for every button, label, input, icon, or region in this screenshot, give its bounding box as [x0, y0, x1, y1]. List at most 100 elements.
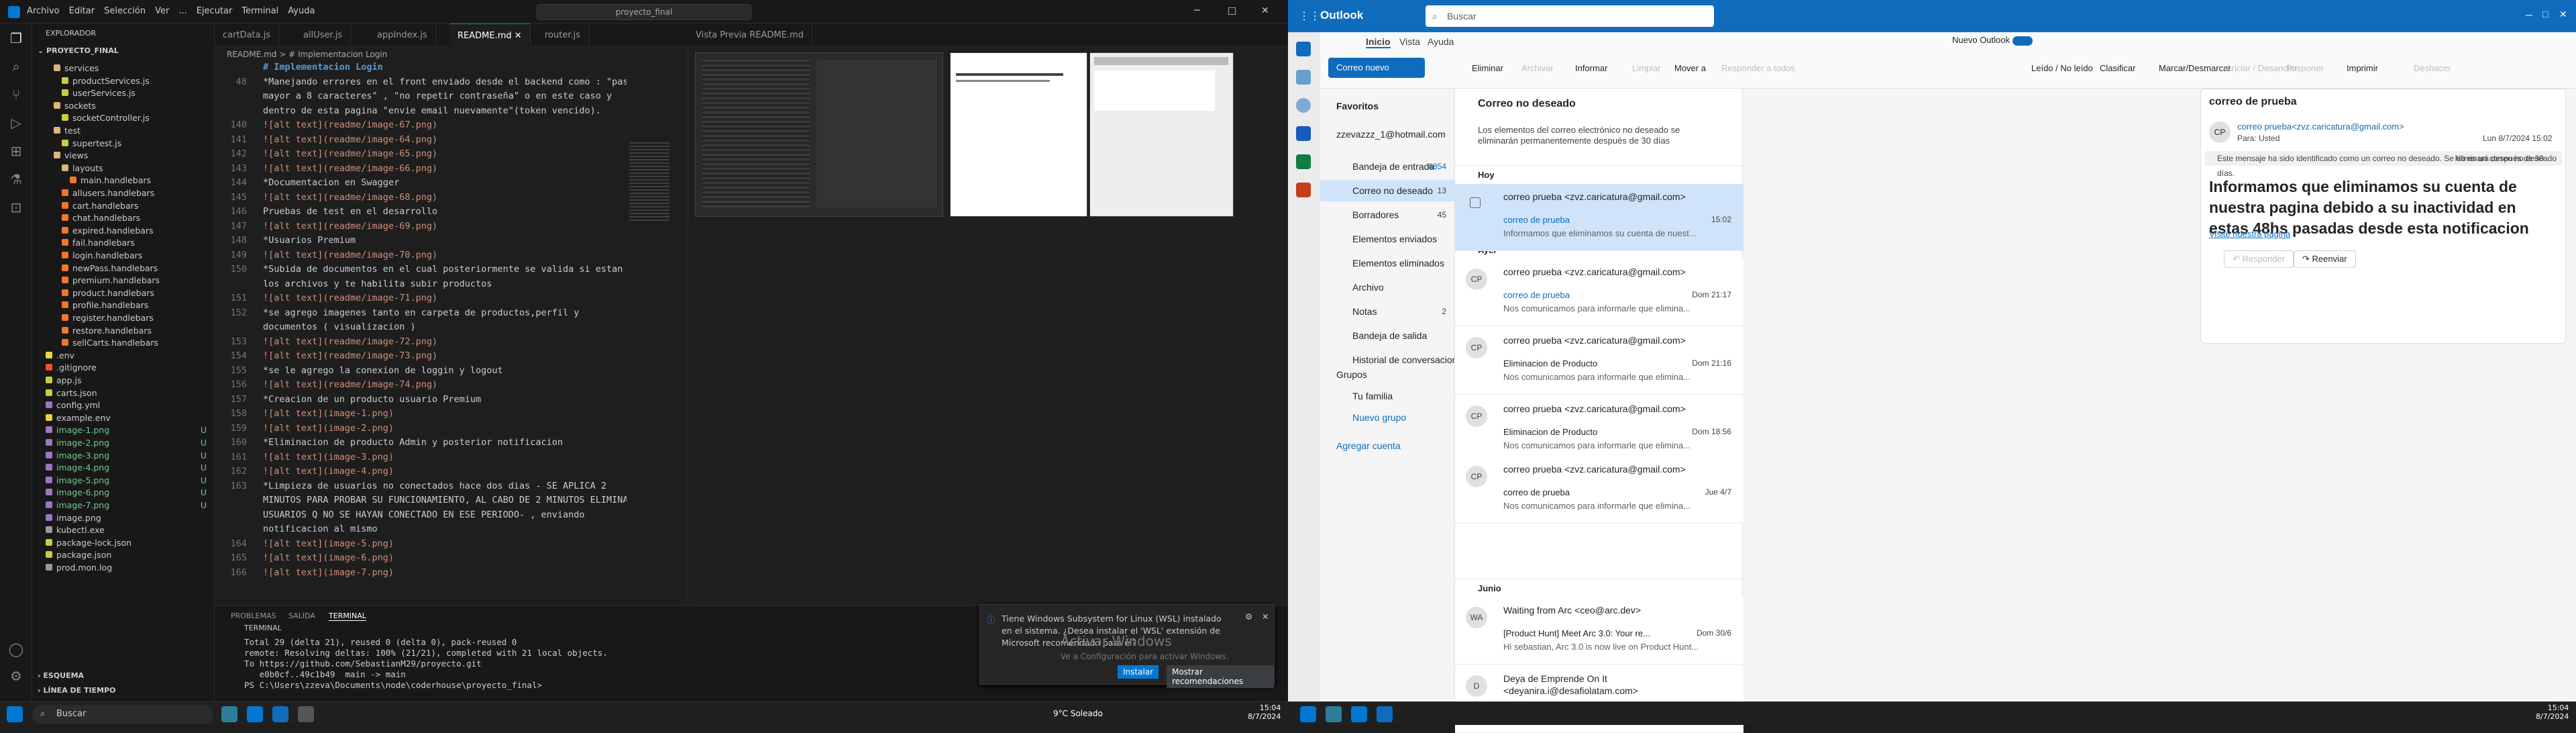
message-item[interactable]: WA Waiting from Arc <ceo@arc.dev> [Product… — [1455, 597, 1743, 665]
remote-explorer-icon[interactable]: ⊡ — [8, 199, 24, 215]
tree-item-hbs[interactable]: chat.handlebars — [32, 212, 215, 224]
groups-header[interactable]: Grupos — [1320, 364, 1454, 385]
tree-item-png[interactable]: image-1.png U — [32, 424, 215, 436]
search-input[interactable]: ⌕ Buscar — [1426, 5, 1714, 27]
ribbon-clasificar-button[interactable]: Clasificar — [2100, 63, 2135, 73]
menu-item[interactable]: Ayuda — [288, 6, 315, 16]
account-icon[interactable]: ◯ — [8, 641, 24, 657]
menu-item[interactable]: Ejecutar — [197, 6, 233, 16]
gear-icon[interactable]: ⚙ — [1245, 612, 1252, 622]
tab-ayuda[interactable]: Ayuda — [1428, 36, 1454, 47]
folder-item[interactable]: Correo no deseado 13 — [1320, 180, 1454, 201]
message-item[interactable]: CP correo prueba <zvz.caricatura@gmail.co… — [1455, 328, 1743, 395]
tab-vista[interactable]: Vista — [1399, 36, 1420, 47]
tab-router[interactable]: router.js — [537, 23, 590, 47]
tree-item-json[interactable]: package.json — [32, 549, 215, 561]
tree-item-env[interactable]: example.env — [32, 412, 215, 424]
close-icon[interactable]: ✕ — [1261, 5, 1269, 16]
weather-widget[interactable]: 9°C Soleado — [1053, 709, 1103, 718]
clock-left[interactable]: 15:04 8/7/2024 — [1248, 703, 1281, 721]
reply-button[interactable]: ↶ Responder — [2224, 250, 2294, 268]
code-editor[interactable]: # Implementacion Login 48 *Manejando error… — [215, 62, 684, 605]
tab-terminal[interactable]: TERMINAL — [329, 612, 366, 621]
task-view-icon[interactable] — [1326, 706, 1342, 722]
tree-item-js[interactable]: productServices.js — [32, 75, 215, 87]
clock-right[interactable]: 15:04 8/7/2024 — [2536, 703, 2569, 721]
vscode-taskbar-icon[interactable] — [247, 706, 263, 722]
ribbon-posponer-button[interactable]: Posponer — [2286, 63, 2324, 73]
new-mail-button[interactable]: Correo nuevo — [1328, 58, 1425, 78]
settings-gear-icon[interactable]: ⚙ — [8, 668, 24, 684]
sender-address[interactable]: correo prueba<zvz.caricatura@gmail.com> — [2237, 121, 2404, 132]
folder-item[interactable]: Notas 2 — [1320, 301, 1454, 322]
not-junk-button[interactable]: No es un correo no deseado — [2455, 151, 2557, 166]
search-icon[interactable]: ⌕ — [8, 58, 24, 75]
tree-item-js[interactable]: supertest.js — [32, 138, 215, 150]
tree-item-hbs[interactable]: fail.handlebars — [32, 237, 215, 249]
folder-item[interactable]: Elementos eliminados — [1320, 252, 1454, 274]
message-item[interactable]: CP correo prueba <zvz.caricatura@gmail.co… — [1455, 456, 1743, 524]
ribbon-responder-a-todos-button[interactable]: Responder a todos — [1721, 63, 1795, 73]
menu-item[interactable]: Archivo — [27, 6, 60, 16]
message-item[interactable]: CP correo prueba <zvz.caricatura@gmail.co… — [1455, 396, 1743, 463]
message-item[interactable]: correo prueba <zvz.caricatura@gmail.com>… — [1455, 184, 1743, 251]
tree-item-hbs[interactable]: allusers.handlebars — [32, 187, 215, 199]
tree-item-log[interactable]: prod.mon.log — [32, 562, 215, 574]
tree-item-yml[interactable]: config.yml — [32, 399, 215, 411]
outlook-taskbar-icon[interactable] — [1377, 706, 1393, 722]
timeline-section[interactable]: › LÍNEA DE TIEMPO — [38, 686, 115, 695]
tree-item-png[interactable]: image-7.png U — [32, 499, 215, 511]
start-icon[interactable] — [1300, 706, 1316, 722]
tree-item-hbs[interactable]: expired.handlebars — [32, 225, 215, 237]
account-header[interactable]: zzevazzz_1@hotmail.com — [1320, 124, 1454, 145]
ribbon-limpiar-button[interactable]: Limpiar — [1632, 63, 1661, 73]
tree-item-folder[interactable]: views — [32, 150, 215, 162]
menu-item[interactable]: Terminal — [241, 6, 278, 16]
tree-item-env[interactable]: .env — [32, 350, 215, 362]
minimap[interactable] — [627, 62, 684, 605]
tab-preview[interactable]: Vista Previa README.md — [688, 23, 812, 47]
menu-item[interactable]: Editar — [69, 6, 95, 16]
close-icon[interactable]: ✕ — [515, 31, 522, 41]
tree-item-hbs[interactable]: main.handlebars — [32, 175, 215, 187]
ribbon-le-do-no-le-do-button[interactable]: Leído / No leído — [2031, 63, 2093, 73]
folder-item[interactable]: Bandeja de salida — [1320, 325, 1454, 346]
tree-item-png[interactable]: image-3.png U — [32, 450, 215, 462]
word-icon[interactable] — [1296, 126, 1311, 141]
minimize-icon[interactable]: ─ — [1194, 5, 1199, 16]
tree-item-hbs[interactable]: newPass.handlebars — [32, 262, 215, 275]
tree-item-js[interactable]: app.js — [32, 375, 215, 387]
tree-item-folder[interactable]: services — [32, 62, 215, 75]
folder-item[interactable]: Bandeja de entrada 8854 — [1320, 156, 1454, 177]
tab-salida[interactable]: SALIDA — [288, 612, 315, 620]
source-control-icon[interactable]: ⑂ — [8, 87, 24, 103]
install-button[interactable]: Instalar — [1118, 665, 1159, 679]
tab-inicio[interactable]: Inicio — [1366, 36, 1391, 48]
tree-item-hbs[interactable]: product.handlebars — [32, 287, 215, 299]
mail-icon[interactable] — [1296, 42, 1311, 56]
section-header[interactable]: Junio — [1455, 579, 1743, 597]
tree-item-png[interactable]: image-6.png U — [32, 487, 215, 499]
favorites-header[interactable]: Favoritos — [1320, 95, 1454, 117]
tree-item-png[interactable]: image-5.png U — [32, 475, 215, 487]
section-header[interactable]: Hoy — [1455, 165, 1743, 184]
tree-item-git[interactable]: .gitignore — [32, 362, 215, 374]
tree-item-png[interactable]: image-4.png U — [32, 462, 215, 474]
tree-item-hbs[interactable]: register.handlebars — [32, 312, 215, 324]
tree-item-hbs[interactable]: sellCarts.handlebars — [32, 337, 215, 349]
ribbon-marcar-desmarcar-button[interactable]: Marcar/Desmarcar — [2159, 63, 2231, 73]
excel-icon[interactable] — [1296, 154, 1311, 169]
tree-item-hbs[interactable]: profile.handlebars — [32, 299, 215, 311]
command-center-search[interactable]: proyecto_final — [537, 4, 751, 20]
minimize-icon[interactable]: ─ — [2526, 9, 2532, 20]
ribbon-eliminar-button[interactable]: Eliminar — [1472, 63, 1503, 73]
tree-item-png[interactable]: image-2.png U — [32, 437, 215, 449]
new-outlook-toggle[interactable]: Nuevo Outlook — [1952, 35, 2033, 46]
tree-item-png[interactable]: image.png — [32, 512, 215, 524]
outlook-taskbar-icon[interactable] — [272, 706, 288, 722]
ribbon-imprimir-button[interactable]: Imprimir — [2347, 63, 2378, 73]
message-item[interactable]: CP correo prueba <zvz.caricatura@gmail.co… — [1455, 259, 1743, 326]
select-checkbox[interactable] — [1470, 197, 1481, 208]
close-icon[interactable]: ✕ — [1262, 612, 1269, 622]
ribbon-informar-button[interactable]: Informar — [1575, 63, 1607, 73]
